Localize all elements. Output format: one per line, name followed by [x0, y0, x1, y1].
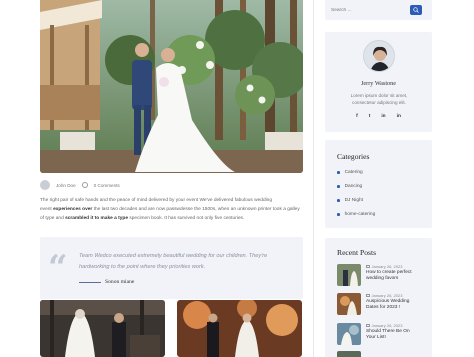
- post-text-line-2-prefix: event: [40, 207, 54, 212]
- recent-post-item[interactable]: January 26, 2023 How to create perfect w…: [337, 264, 420, 286]
- recent-posts-widget: Recent Posts January 26, 2023 How to cre…: [325, 238, 432, 357]
- author-bio: Lorem ipsum dolor sit amet, consectetur …: [350, 93, 408, 105]
- main-content: John Doe 0 Comments The right pair of sa…: [40, 0, 303, 357]
- linkedin-icon[interactable]: in: [381, 114, 385, 119]
- recent-post-date: January 26, 2023: [371, 264, 403, 269]
- recent-posts-title: Recent Posts: [337, 248, 377, 257]
- facebook-icon[interactable]: f: [356, 114, 358, 119]
- bullet-icon: [337, 171, 340, 174]
- calendar-icon: [366, 264, 370, 269]
- recent-post-title[interactable]: Auspicious Wedding Dates for 2023 !: [366, 299, 420, 311]
- post-author[interactable]: John Doe: [56, 183, 76, 188]
- bullet-icon: [337, 185, 340, 188]
- category-item[interactable]: Catering: [337, 170, 363, 175]
- post-text-line-1: The right pair of safe hands and the pea…: [40, 198, 273, 203]
- blockquote: “ Team Wedco executed extremely beautifu…: [40, 237, 303, 299]
- recent-post-date: January 26, 2023: [371, 293, 403, 298]
- post-gallery: [40, 300, 302, 357]
- post-text-line-3-prefix: of type and: [40, 216, 66, 221]
- search-button[interactable]: [410, 5, 422, 15]
- author-social: f t in in: [325, 114, 432, 119]
- recent-post-thumbnail[interactable]: [337, 323, 361, 345]
- recent-post-item[interactable]: January 26, 2023 Auspicious Wedding Date…: [337, 293, 420, 315]
- post-comments[interactable]: 0 Comments: [94, 183, 120, 188]
- recent-post-thumbnail[interactable]: [337, 293, 361, 315]
- recent-post-title[interactable]: Should There Be On Your List!: [366, 329, 420, 341]
- post-text-bold-2: scrambled it to make a type: [65, 216, 128, 221]
- post-body: The right pair of safe hands and the pea…: [40, 196, 302, 223]
- recent-post-item-partial[interactable]: [337, 351, 361, 357]
- category-label: Catering: [344, 170, 363, 175]
- author-avatar: [40, 180, 50, 190]
- recent-post-title[interactable]: How to create perfect wedding favors: [366, 270, 420, 282]
- bullet-icon: [337, 199, 340, 202]
- category-item[interactable]: home-catering: [337, 212, 375, 217]
- gallery-image-church[interactable]: [40, 300, 165, 357]
- recent-post-item[interactable]: January 26, 2023 Should There Be On Your…: [337, 323, 420, 345]
- search-icon: [413, 7, 419, 13]
- quote-text: Team Wedco executed extremely beautiful …: [79, 253, 268, 270]
- calendar-icon: [366, 293, 370, 298]
- author-widget: Jerry Wastone Lorem ipsum dolor sit amet…: [325, 32, 432, 132]
- author-name: Jerry Wastone: [361, 80, 396, 87]
- category-label: home-catering: [344, 212, 376, 217]
- quote-author-line: [79, 282, 101, 283]
- post-text-line-3-suffix: specimen book. It has survived not only …: [128, 216, 245, 221]
- calendar-icon: [366, 323, 370, 328]
- sidebar: Jerry Wastone Lorem ipsum dolor sit amet…: [325, 0, 432, 357]
- column-divider: [313, 0, 314, 357]
- post-text-line-2-suffix: the last two decades and are now passwde…: [92, 207, 300, 212]
- recent-post-thumbnail[interactable]: [337, 264, 361, 286]
- category-label: DJ Night: [344, 198, 363, 203]
- category-item[interactable]: DJ Night: [337, 198, 363, 203]
- category-item[interactable]: Dancing: [337, 184, 362, 189]
- comment-icon: [81, 182, 88, 188]
- category-label: Dancing: [344, 184, 363, 189]
- gallery-image-couple[interactable]: [177, 300, 302, 357]
- post-meta: John Doe 0 Comments: [40, 179, 303, 191]
- author-photo: [363, 40, 395, 72]
- instagram-icon[interactable]: in: [397, 114, 401, 119]
- quote-author: Sonon miane: [105, 279, 135, 285]
- search-input[interactable]: [331, 4, 403, 16]
- post-featured-image[interactable]: [40, 0, 303, 173]
- search-widget: [325, 0, 432, 20]
- twitter-icon[interactable]: t: [369, 114, 371, 119]
- post-text-bold-1: experiences over: [53, 207, 93, 212]
- categories-title: Categories: [337, 152, 370, 161]
- recent-post-thumbnail[interactable]: [337, 351, 361, 357]
- recent-post-date: January 26, 2023: [371, 323, 403, 328]
- quote-mark-icon: “: [48, 248, 68, 288]
- bullet-icon: [337, 213, 340, 216]
- categories-widget: Categories Catering Dancing DJ Night hom…: [325, 140, 432, 228]
